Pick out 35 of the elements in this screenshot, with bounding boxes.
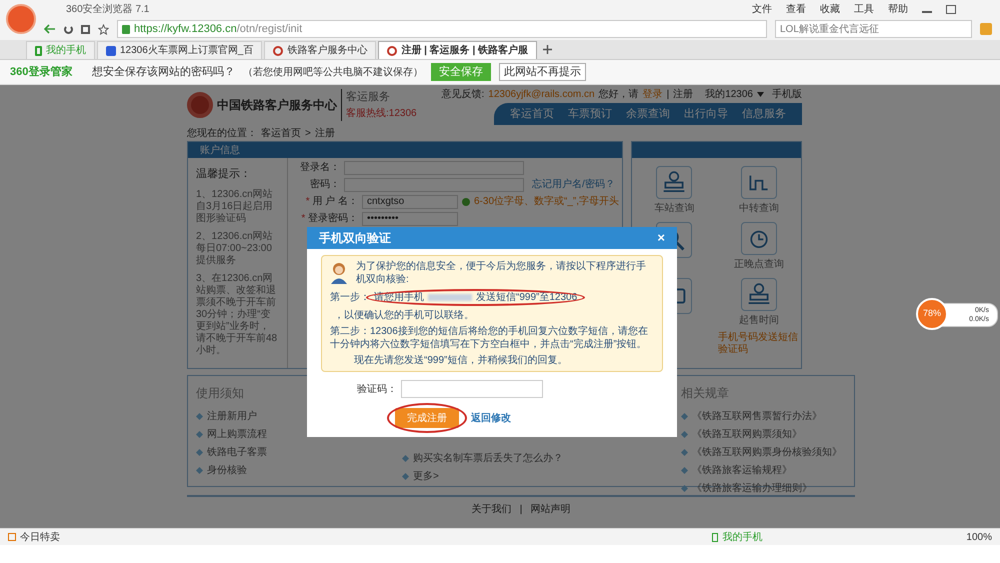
save-question: 想安全保存该网站的密码吗？ bbox=[92, 64, 235, 80]
separator: | bbox=[520, 502, 522, 516]
step2-text: 第二步：12306接到您的短信后将给您的手机回复六位数字短信，请您在十分钟内将六位数字短信填写在下方空白框中，并点击“完成注册”按钮。 bbox=[330, 325, 649, 351]
feedback-label: 意见反馈: bbox=[441, 88, 484, 102]
field-label: 登录名： bbox=[299, 161, 341, 175]
field-label: 密码： bbox=[309, 178, 341, 192]
breadcrumb-arrow: > bbox=[305, 126, 311, 140]
hotline: 客服热线:12306 bbox=[346, 106, 417, 121]
tip-text: 3、在12306.cn网站购票、改签和退票须不晚于开车前30分钟；办理“变更到站”业务时，请不晚于开车前48小时。 bbox=[196, 272, 278, 356]
username-hint: 6-30位字母、数字或“_”,字母开头 bbox=[474, 194, 620, 209]
tip-text: 1、12306.cn网站自3月16日起启用图形验证码 bbox=[196, 188, 274, 224]
wait-text: 现在先请您发送“999”短信，并稍候我们的回复。 bbox=[353, 354, 568, 367]
breadcrumb-label: 您现在的位置： bbox=[187, 126, 257, 140]
step1-note: ，以便确认您的手机可以联络。 bbox=[334, 309, 474, 322]
url-text: https://kyfw.12306.cn/otn/regist/init bbox=[134, 22, 302, 37]
column-title: 相关规章 bbox=[681, 385, 730, 402]
field-label: * 用 户 名： bbox=[304, 194, 359, 209]
site-name: 中国铁路客户服务中心 bbox=[217, 97, 337, 114]
panel-title: 账户信息 bbox=[200, 144, 240, 158]
intro-text: 为了保护您的信息安全，便于今后为您服务，请按以下程序进行手机双向核验: bbox=[356, 260, 647, 286]
separator: | bbox=[666, 88, 670, 102]
tip-text: 2、12306.cn网站每日07:00~23:00提供服务 bbox=[196, 230, 274, 266]
code-label: 验证码： bbox=[357, 382, 398, 396]
section-name: 客运服务 bbox=[346, 90, 391, 106]
window-title: 360安全浏览器 7.1 bbox=[66, 2, 150, 16]
field-label: * 登录密码： bbox=[300, 212, 359, 226]
breadcrumb-current: 注册 bbox=[314, 126, 335, 140]
column-title: 使用须知 bbox=[196, 385, 245, 402]
tips-title: 温馨提示： bbox=[196, 167, 252, 182]
greeting: 您好，请 bbox=[598, 88, 639, 102]
memory-gauge: 78% bbox=[916, 298, 948, 330]
brand-label: 360登录管家 bbox=[10, 64, 74, 80]
save-note: （若您使用网吧等公共电脑不建议保存） bbox=[243, 66, 423, 80]
step1-label: 第一步： bbox=[330, 291, 370, 304]
dialog-title: 手机双向验证 bbox=[319, 230, 391, 247]
